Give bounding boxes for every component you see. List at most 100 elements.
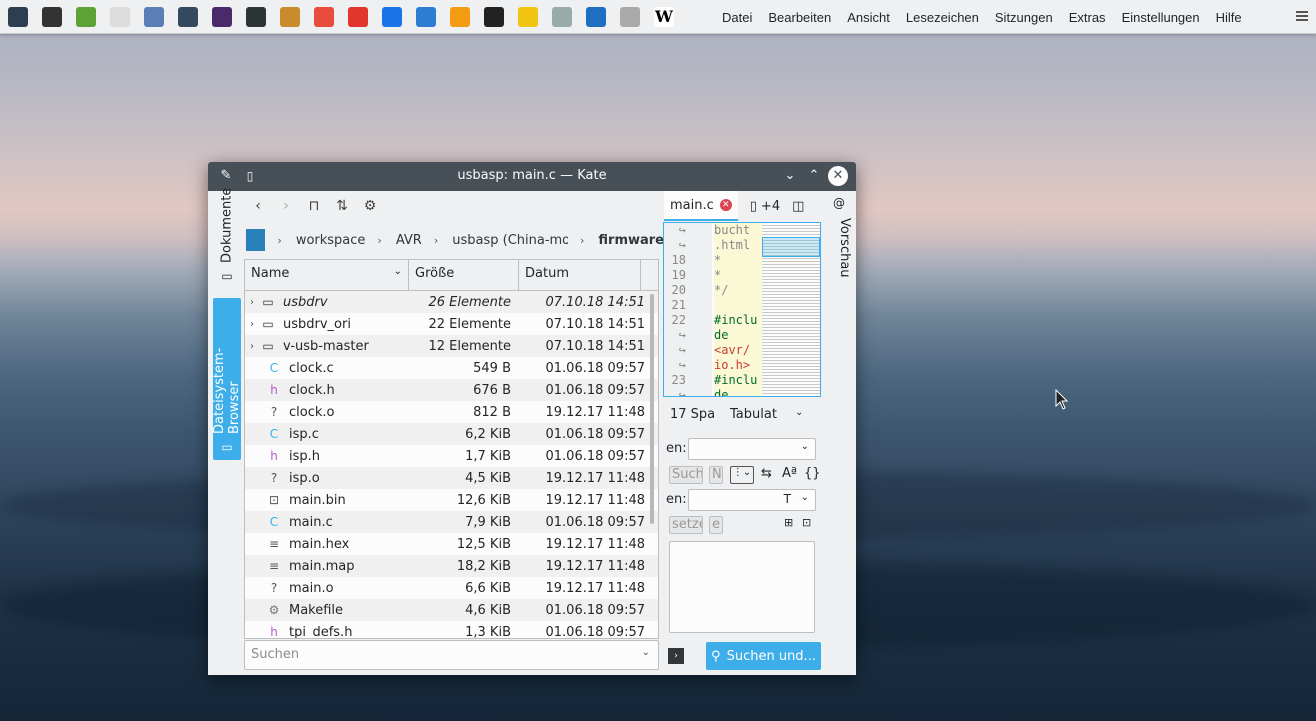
home-folder-icon[interactable] <box>246 229 266 251</box>
terminal-icon[interactable]: › <box>668 648 684 664</box>
disk-icon[interactable] <box>545 0 579 34</box>
anydesk-icon[interactable] <box>341 0 375 34</box>
options-icon[interactable]: ⊞ <box>784 516 793 529</box>
back-icon[interactable]: ‹ <box>244 198 272 214</box>
menu-lesezeichen[interactable]: Lesezeichen <box>898 10 987 25</box>
usb-icon[interactable] <box>69 0 103 34</box>
text-cursor-icon[interactable]: T <box>784 492 791 506</box>
table-row[interactable]: › ▭ usbdrv_ori 22 Elemente 07.10.18 14:51 <box>245 313 658 335</box>
table-row[interactable]: › ▭ v-usb-master 12 Elemente 07.10.18 14:51 <box>245 335 658 357</box>
wikipedia-icon[interactable]: W <box>647 0 681 34</box>
table-row[interactable]: h clock.h 676 B 01.06.18 09:57 <box>245 379 658 401</box>
app-icon[interactable] <box>1 0 35 34</box>
settings-icon[interactable]: ⚙ <box>356 198 384 214</box>
split-view-icon[interactable]: ◫ <box>792 199 804 214</box>
minimize-icon[interactable]: ⌄ <box>780 166 800 186</box>
search-mode-select[interactable]: ⋮⌄ <box>730 466 754 484</box>
braces-icon[interactable]: {} <box>804 466 821 481</box>
file-date: 01.06.18 09:57 <box>545 514 646 530</box>
find-input[interactable]: ⌄ <box>688 438 816 460</box>
minimap-viewport[interactable] <box>762 237 820 257</box>
column-date[interactable]: Datum <box>519 260 641 290</box>
column-size[interactable]: Größe <box>409 260 519 290</box>
fruit-icon[interactable] <box>443 0 477 34</box>
breadcrumb-item[interactable]: usbasp (China-mod) <box>452 233 568 248</box>
wave-icon[interactable] <box>307 0 341 34</box>
terminal-icon[interactable] <box>239 0 273 34</box>
torch-icon[interactable] <box>613 0 647 34</box>
table-row[interactable]: ? clock.o 812 B 19.12.17 11:48 <box>245 401 658 423</box>
scrollbar[interactable] <box>650 294 654 524</box>
file-name: v-usb-master <box>283 338 369 354</box>
file-browser-toolbar: ‹ › ⊓ ⇅ ⚙ <box>244 191 664 221</box>
breadcrumb-item[interactable]: workspace <box>296 233 366 248</box>
table-row[interactable]: ≡ main.map 18,2 KiB 19.12.17 11:48 <box>245 555 658 577</box>
tab-filesystem-browser[interactable]: ▭ Dateisystem-Browser <box>212 298 242 460</box>
save-icon[interactable] <box>35 0 69 34</box>
top-panel: W Datei Bearbeiten Ansicht Lesezeichen Sitzu… <box>0 0 1316 34</box>
tex-icon[interactable] <box>205 0 239 34</box>
tab-main-c[interactable]: main.c ✕ <box>664 191 738 221</box>
close-tab-icon[interactable]: ✕ <box>719 199 732 211</box>
table-row[interactable]: ⊡ main.bin 12,6 KiB 19.12.17 11:48 <box>245 489 658 511</box>
forward-icon[interactable]: › <box>272 198 300 214</box>
search-and-replace-button[interactable]: ⚲ Suchen und... <box>706 642 821 670</box>
document-icon[interactable] <box>103 0 137 34</box>
atom-icon[interactable] <box>137 0 171 34</box>
table-row[interactable]: Cisp.c 6,2 KiB 01.06.18 09:57 <box>245 423 658 445</box>
table-row[interactable]: › ▭ usbdrv 26 Elemente 07.10.18 14:51 <box>245 291 658 313</box>
menu-ansicht[interactable]: Ansicht <box>839 10 898 25</box>
breadcrumb-item[interactable]: AVR <box>396 233 422 248</box>
table-row[interactable]: h isp.h 1,7 KiB 01.06.18 09:57 <box>245 445 658 467</box>
tab-mode-label[interactable]: Tabulat <box>730 407 777 422</box>
ve-icon[interactable] <box>409 0 443 34</box>
table-row[interactable]: ? isp.o 4,5 KiB 19.12.17 11:48 <box>245 467 658 489</box>
window-icon[interactable] <box>579 0 613 34</box>
clapper-icon[interactable] <box>477 0 511 34</box>
table-row[interactable]: Cclock.c 549 B 01.06.18 09:57 <box>245 357 658 379</box>
more-tabs-count[interactable]: +4 <box>761 199 780 214</box>
table-row[interactable]: ≡ main.hex 12,5 KiB 19.12.17 11:48 <box>245 533 658 555</box>
hamburger-menu-icon[interactable] <box>1296 11 1308 21</box>
maximize-icon[interactable]: ⌃ <box>804 166 824 186</box>
menu-sitzungen[interactable]: Sitzungen <box>987 10 1061 25</box>
results-box[interactable] <box>669 541 815 633</box>
menu-datei[interactable]: Datei <box>714 10 760 25</box>
table-row[interactable]: ⚙ Makefile 4,6 KiB 01.06.18 09:57 <box>245 599 658 621</box>
add-icon[interactable]: ⊡ <box>802 516 811 529</box>
close-window-icon[interactable]: ✕ <box>828 166 848 186</box>
table-row[interactable]: ? main.o 6,6 KiB 19.12.17 11:48 <box>245 577 658 599</box>
breadcrumb-item[interactable]: firmware <box>598 233 664 248</box>
table-row[interactable]: Cmain.c 7,9 KiB 01.06.18 09:57 <box>245 511 658 533</box>
file-size: 12,5 KiB <box>456 536 511 552</box>
replace-button[interactable]: setze <box>669 516 703 534</box>
network-icon[interactable] <box>171 0 205 34</box>
code-editor[interactable]: ↪ ↪ 18 19 20 21 22 ↪ ↪ ↪ 23 ↪ bucht .html * * */#inclu d… <box>663 222 821 397</box>
menu-extras[interactable]: Extras <box>1061 10 1114 25</box>
find-button[interactable]: Such <box>669 466 703 484</box>
teamviewer-icon[interactable] <box>375 0 409 34</box>
documents-more-icon[interactable]: ▯ <box>750 199 757 214</box>
minimap[interactable] <box>762 223 820 396</box>
expand-chevron-icon[interactable]: › <box>245 297 259 308</box>
table-row[interactable]: h tpi_defs.h 1,3 KiB 01.06.18 09:57 <box>245 621 658 639</box>
font-case-icon[interactable]: Aª <box>782 466 797 481</box>
star-icon[interactable] <box>511 0 545 34</box>
replace-all-button[interactable]: e <box>709 516 723 534</box>
column-name[interactable]: Name ⌄ <box>245 260 409 290</box>
tab-documents[interactable]: ▭ Dokumente <box>213 188 241 289</box>
search-input[interactable]: Suchen ⌄ <box>244 640 659 670</box>
expand-chevron-icon[interactable]: › <box>245 341 259 352</box>
expand-chevron-icon[interactable]: › <box>245 319 259 330</box>
bookmark-icon[interactable]: ⊓ <box>300 198 328 214</box>
menu-bearbeiten[interactable]: Bearbeiten <box>760 10 839 25</box>
map-icon[interactable] <box>273 0 307 34</box>
replace-input[interactable]: T ⌄ <box>688 489 816 511</box>
menu-einstellungen[interactable]: Einstellungen <box>1114 10 1208 25</box>
file-name: clock.c <box>289 360 334 376</box>
sync-icon[interactable]: ⇅ <box>328 198 356 214</box>
chevron-down-icon: ⌄ <box>795 407 804 418</box>
match-case-icon[interactable]: ⇆ <box>761 466 772 481</box>
menu-hilfe[interactable]: Hilfe <box>1208 10 1250 25</box>
next-button[interactable]: Ne <box>709 466 723 484</box>
